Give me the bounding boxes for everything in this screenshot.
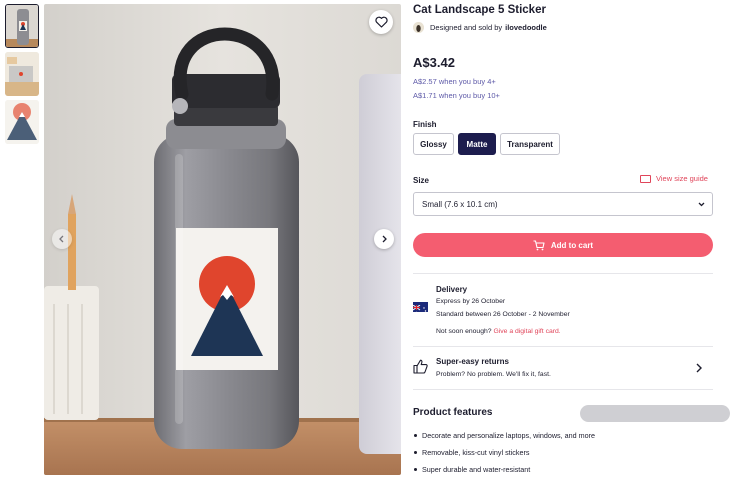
size-select[interactable]: Small (7.6 x 10.1 cm): [413, 192, 713, 216]
finish-option-transparent[interactable]: Transparent: [500, 133, 560, 155]
divider: [413, 346, 713, 347]
finish-option-matte[interactable]: Matte: [458, 133, 496, 155]
thumbs-up-icon: [413, 359, 428, 374]
byline: Designed and sold by ilovedoodle: [413, 22, 547, 33]
chevron-right-icon[interactable]: [695, 363, 703, 373]
artist-link[interactable]: ilovedoodle: [505, 23, 547, 32]
ruler-icon: [640, 174, 651, 183]
next-image-button[interactable]: [374, 229, 394, 249]
artist-avatar[interactable]: [413, 22, 424, 33]
features-list: Decorate and personalize laptops, window…: [413, 431, 595, 482]
price: A$3.42: [413, 55, 455, 70]
returns-subtitle: Problem? No problem. We'll fix it, fast.: [436, 371, 551, 378]
chevron-down-icon: [698, 202, 705, 207]
finish-option-glossy[interactable]: Glossy: [413, 133, 454, 155]
cart-icon: [533, 239, 545, 250]
size-guide-label: View size guide: [656, 174, 708, 183]
bulk-price-4: A$2.57 when you buy 4+: [413, 77, 496, 86]
favorite-button[interactable]: [369, 10, 393, 34]
thumbnail-laptop[interactable]: [5, 52, 39, 96]
delivery-title: Delivery: [436, 285, 468, 294]
add-to-cart-label: Add to cart: [550, 240, 594, 250]
divider: [413, 389, 713, 390]
size-select-value: Small (7.6 x 10.1 cm): [422, 199, 498, 209]
gift-card-link[interactable]: Give a digital gift card.: [493, 328, 560, 335]
byline-prefix: Designed and sold by: [430, 23, 503, 32]
feature-item: Decorate and personalize laptops, window…: [413, 431, 595, 448]
thumbnail-bottle[interactable]: [5, 4, 39, 48]
delivery-standard: Standard between 26 October - 2 November: [436, 311, 570, 318]
size-label: Size: [413, 176, 430, 185]
product-photo: [44, 4, 401, 475]
delivery-not-soon: Not soon enough? Give a digital gift car…: [436, 328, 561, 335]
thumbnail-design[interactable]: [5, 100, 39, 144]
australia-flag-icon: [413, 302, 428, 312]
feature-item: Removable, kiss-cut vinyl stickers: [413, 448, 595, 465]
not-soon-prefix: Not soon enough?: [436, 328, 492, 335]
add-to-cart-button[interactable]: Add to cart: [413, 233, 713, 257]
chevron-left-icon: [59, 235, 64, 243]
feature-item: Super durable and water-resistant: [413, 465, 595, 482]
scrollbar-thumb[interactable]: [580, 405, 730, 422]
features-title: Product features: [413, 407, 493, 418]
returns-title: Super-easy returns: [436, 357, 509, 366]
finish-label: Finish: [413, 120, 437, 129]
heart-icon: [374, 16, 388, 28]
size-guide-link[interactable]: View size guide: [640, 174, 708, 183]
bulk-price-10: A$1.71 when you buy 10+: [413, 91, 500, 100]
product-title: Cat Landscape 5 Sticker: [413, 4, 546, 16]
divider: [413, 273, 713, 274]
previous-image-button[interactable]: [52, 229, 72, 249]
delivery-express: Express by 26 October: [436, 298, 506, 305]
chevron-right-icon: [382, 235, 387, 243]
